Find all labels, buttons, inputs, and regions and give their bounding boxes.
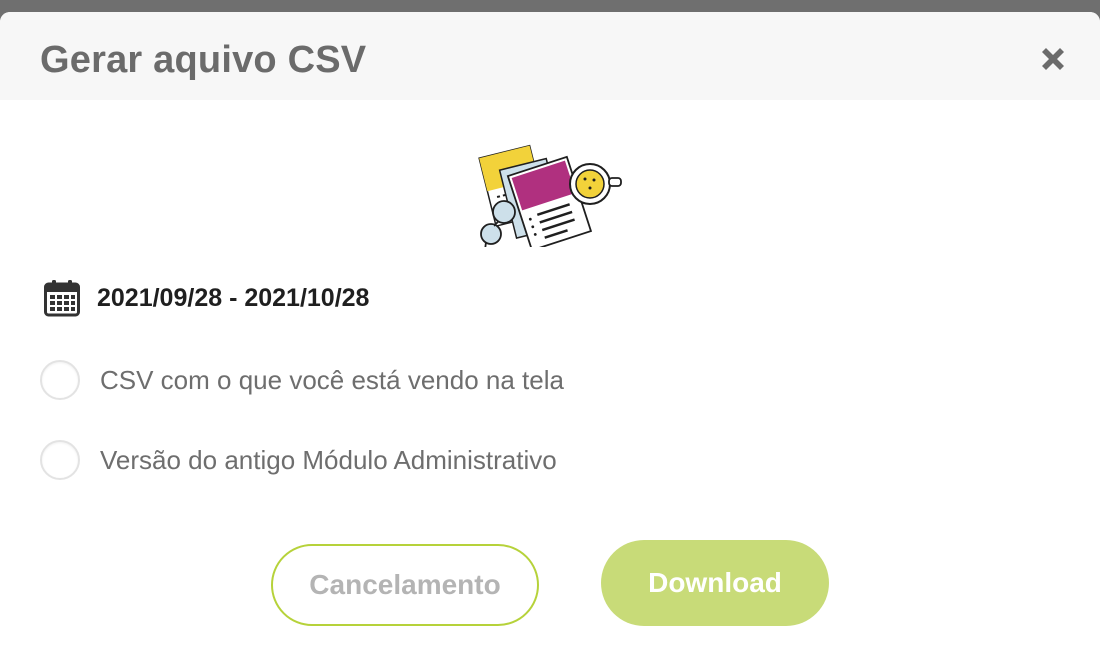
documents-illustration — [476, 132, 626, 252]
option-legacy-admin[interactable]: Versão do antigo Módulo Administrativo — [40, 440, 557, 480]
date-range: 2021/09/28 - 2021/10/28 — [44, 278, 369, 318]
close-icon — [1042, 48, 1064, 70]
date-range-value: 2021/09/28 - 2021/10/28 — [97, 283, 370, 312]
dialog-title: Gerar aquivo CSV — [40, 39, 367, 81]
csv-export-dialog: Gerar aquivo CSV 2021/09/28 - 2021/10/28… — [0, 12, 1100, 666]
option-label: CSV com o que você está vendo na tela — [100, 364, 564, 395]
radio-button[interactable] — [40, 360, 80, 400]
option-label: Versão do antigo Módulo Administrativo — [100, 444, 557, 475]
cancel-button[interactable]: Cancelamento — [271, 544, 539, 626]
download-button[interactable]: Download — [601, 540, 829, 626]
radio-button[interactable] — [40, 440, 80, 480]
close-button[interactable] — [1036, 42, 1070, 76]
dialog-header: Gerar aquivo CSV — [0, 12, 1100, 100]
option-screen-csv[interactable]: CSV com o que você está vendo na tela — [40, 360, 564, 400]
calendar-icon — [44, 280, 80, 317]
